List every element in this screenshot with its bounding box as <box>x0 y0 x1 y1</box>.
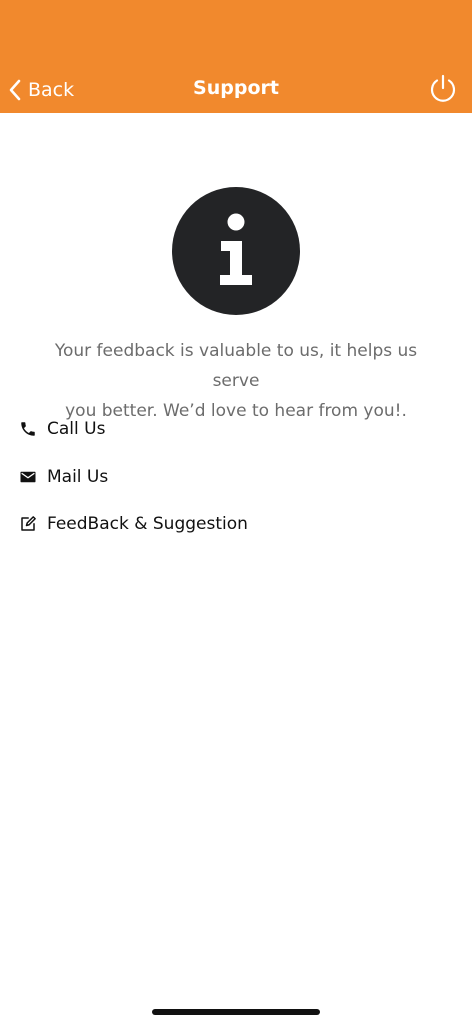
call-us-item[interactable]: Call Us <box>0 410 472 448</box>
feedback-line-1: Your feedback is valuable to us, it help… <box>54 341 418 391</box>
edit-icon <box>19 515 37 533</box>
phone-icon <box>19 420 37 438</box>
mail-icon <box>19 468 37 486</box>
feedback-suggestion-item[interactable]: FeedBack & Suggestion <box>0 505 472 543</box>
home-indicator <box>152 1009 320 1015</box>
page-title: Support <box>193 77 279 99</box>
power-icon[interactable] <box>428 73 458 103</box>
app-header: Back Support <box>0 0 472 113</box>
call-us-label: Call Us <box>47 419 106 439</box>
mail-us-item[interactable]: Mail Us <box>0 458 472 496</box>
feedback-suggestion-label: FeedBack & Suggestion <box>47 514 248 534</box>
mail-us-label: Mail Us <box>47 466 109 487</box>
support-menu: Call Us Mail Us FeedBack & Suggestion <box>0 410 472 553</box>
info-icon <box>172 187 300 315</box>
